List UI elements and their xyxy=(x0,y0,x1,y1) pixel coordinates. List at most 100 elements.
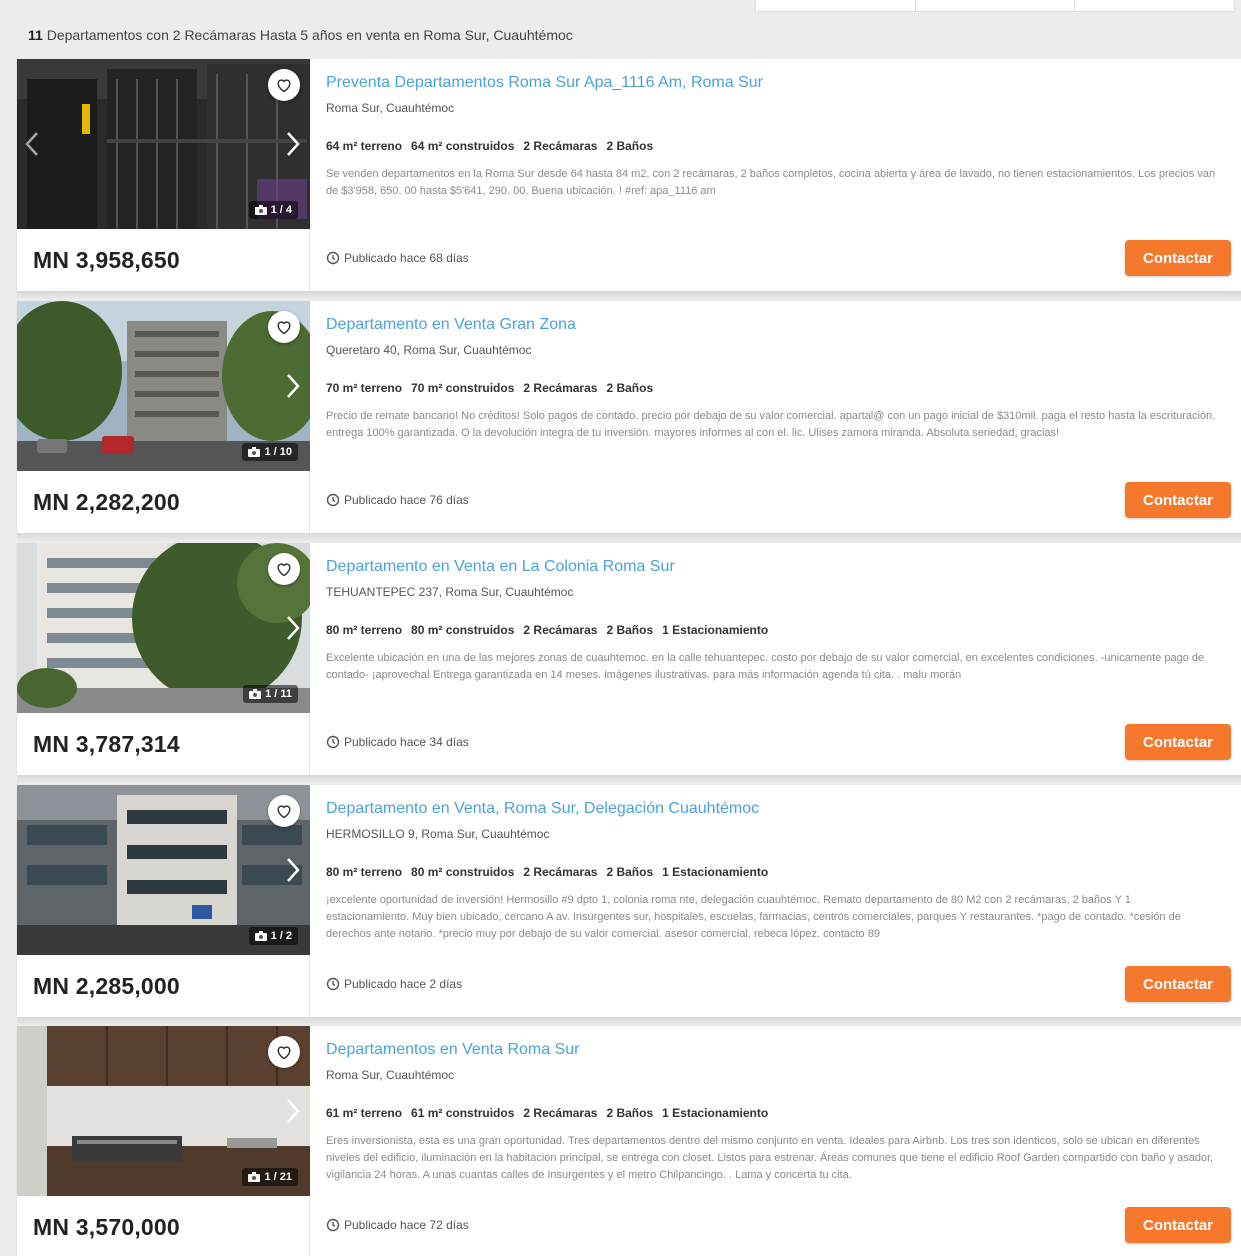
feature-banos: 2 Baños xyxy=(606,623,654,637)
feature-banos: 2 Baños xyxy=(606,865,654,879)
photo-next-button[interactable] xyxy=(282,127,304,161)
feature-construidos: 64 m² construidos xyxy=(411,139,515,153)
listing-card[interactable]: 1 / 10 MN 2,282,200 Departamento en Vent… xyxy=(17,301,1241,542)
photo-counter: 1 / 21 xyxy=(242,1168,298,1186)
photo-counter: 1 / 10 xyxy=(242,443,298,461)
feature-construidos: 80 m² construidos xyxy=(411,865,515,879)
feature-terreno: 70 m² terreno xyxy=(326,381,403,395)
listing-title-link[interactable]: Departamentos en Venta Roma Sur xyxy=(326,1041,579,1059)
listing-published: Publicado hace 34 días xyxy=(326,735,469,749)
listing-features: 64 m² terreno 64 m² construidos 2 Recáma… xyxy=(326,139,653,153)
listing-title-link[interactable]: Departamento en Venta, Roma Sur, Delegac… xyxy=(326,800,759,818)
feature-recamaras: 2 Recámaras xyxy=(523,623,598,637)
listing-photo[interactable]: 1 / 21 xyxy=(17,1026,310,1196)
favorite-button[interactable] xyxy=(268,795,300,827)
photo-counter: 1 / 2 xyxy=(248,927,298,945)
listing-description: Eres inversionista, esta es una gran opo… xyxy=(326,1135,1214,1181)
listing-features: 80 m² terreno 80 m² construidos 2 Recáma… xyxy=(326,865,768,879)
results-header: 11 Departamentos con 2 Recámaras Hasta 5… xyxy=(28,27,573,43)
listing-features: 61 m² terreno 61 m² construidos 2 Recáma… xyxy=(326,1106,768,1120)
photo-next-button[interactable] xyxy=(282,1094,304,1128)
contact-button[interactable]: Contactar xyxy=(1125,966,1231,1002)
price-box: MN 3,570,000 xyxy=(17,1196,310,1256)
listing-location: Roma Sur, Cuauhtémoc xyxy=(326,1068,455,1082)
listing-card[interactable]: 1 / 4 MN 3,958,650 Preventa Departamento… xyxy=(17,59,1241,300)
favorite-button[interactable] xyxy=(268,69,300,101)
chevron-right-icon xyxy=(287,858,300,882)
feature-construidos: 80 m² construidos xyxy=(411,623,515,637)
listing-published: Publicado hace 72 días xyxy=(326,1218,469,1232)
photo-prev-button[interactable] xyxy=(21,127,43,161)
feature-banos: 2 Baños xyxy=(606,1106,654,1120)
top-tabs xyxy=(755,0,1235,12)
camera-icon xyxy=(248,1172,261,1182)
price-box: MN 3,787,314 xyxy=(17,713,310,775)
feature-terreno: 61 m² terreno xyxy=(326,1106,403,1120)
contact-button[interactable]: Contactar xyxy=(1125,1207,1231,1243)
contact-button[interactable]: Contactar xyxy=(1125,724,1231,760)
listing-info: Preventa Departamentos Roma Sur Apa_1116… xyxy=(326,59,1241,291)
listing-info: Departamentos en Venta Roma Sur Roma Sur… xyxy=(326,1026,1241,1256)
listing-description: Excelente ubicación en una de las mejore… xyxy=(326,652,1205,681)
listing-info: Departamento en Venta Gran Zona Queretar… xyxy=(326,301,1241,533)
favorite-button[interactable] xyxy=(268,553,300,585)
feature-banos: 2 Baños xyxy=(606,139,654,153)
listing-card[interactable]: 1 / 21 MN 3,570,000 Departamentos en Ven… xyxy=(17,1026,1241,1256)
photo-counter-text: 1 / 11 xyxy=(265,688,292,700)
contact-button[interactable]: Contactar xyxy=(1125,482,1231,518)
camera-icon xyxy=(254,205,267,215)
feature-terreno: 80 m² terreno xyxy=(326,623,403,637)
listing-published: Publicado hace 76 días xyxy=(326,493,469,507)
listing-location: TEHUANTEPEC 237, Roma Sur, Cuauhtémoc xyxy=(326,585,574,599)
listing-published: Publicado hace 68 días xyxy=(326,251,469,265)
listing-photo[interactable]: 1 / 10 xyxy=(17,301,310,471)
feature-estacionamiento: 1 Estacionamiento xyxy=(662,865,769,879)
feature-construidos: 61 m² construidos xyxy=(411,1106,515,1120)
listing-price: MN 2,285,000 xyxy=(33,972,180,999)
price-box: MN 3,958,650 xyxy=(17,229,310,291)
photo-next-button[interactable] xyxy=(282,853,304,887)
photo-counter: 1 / 11 xyxy=(243,685,298,703)
listing-title-link[interactable]: Preventa Departamentos Roma Sur Apa_1116… xyxy=(326,74,763,92)
photo-next-button[interactable] xyxy=(282,611,304,645)
camera-icon xyxy=(254,931,267,941)
listing-photo[interactable]: 1 / 2 xyxy=(17,785,310,955)
favorite-button[interactable] xyxy=(268,311,300,343)
published-text: Publicado hace 76 días xyxy=(344,493,469,507)
photo-next-button[interactable] xyxy=(282,369,304,403)
listing-location: Queretaro 40, Roma Sur, Cuauhtémoc xyxy=(326,343,532,357)
feature-banos: 2 Baños xyxy=(606,381,654,395)
chevron-left-icon xyxy=(25,132,38,156)
listing-features: 70 m² terreno 70 m² construidos 2 Recáma… xyxy=(326,381,653,395)
listing-info: Departamento en Venta en La Colonia Roma… xyxy=(326,543,1241,775)
feature-construidos: 70 m² construidos xyxy=(411,381,515,395)
listing-title-link[interactable]: Departamento en Venta en La Colonia Roma… xyxy=(326,558,675,576)
feature-terreno: 64 m² terreno xyxy=(326,139,403,153)
price-box: MN 2,285,000 xyxy=(17,955,310,1017)
listing-location: HERMOSILLO 9, Roma Sur, Cuauhtémoc xyxy=(326,827,550,841)
photo-counter-text: 1 / 2 xyxy=(270,930,292,942)
listing-photo[interactable]: 1 / 11 xyxy=(17,543,310,713)
published-text: Publicado hace 72 días xyxy=(344,1218,469,1232)
history-clock-icon xyxy=(326,493,340,507)
contact-button[interactable]: Contactar xyxy=(1125,240,1231,276)
listing-card[interactable]: 1 / 2 MN 2,285,000 Departamento en Venta… xyxy=(17,785,1241,1026)
feature-terreno: 80 m² terreno xyxy=(326,865,403,879)
camera-icon xyxy=(249,689,262,699)
listing-photo[interactable]: 1 / 4 xyxy=(17,59,310,229)
history-clock-icon xyxy=(326,977,340,991)
listing-published: Publicado hace 2 días xyxy=(326,977,462,991)
published-text: Publicado hace 68 días xyxy=(344,251,469,265)
top-bar xyxy=(0,0,1241,16)
price-box: MN 2,282,200 xyxy=(17,471,310,533)
listing-info: Departamento en Venta, Roma Sur, Delegac… xyxy=(326,785,1241,1017)
feature-recamaras: 2 Recámaras xyxy=(523,381,598,395)
chevron-right-icon xyxy=(287,1099,300,1123)
listing-card[interactable]: 1 / 11 MN 3,787,314 Departamento en Vent… xyxy=(17,543,1241,784)
listing-title-link[interactable]: Departamento en Venta Gran Zona xyxy=(326,316,576,334)
listing-price: MN 3,958,650 xyxy=(33,246,180,273)
chevron-right-icon xyxy=(287,616,300,640)
photo-counter-text: 1 / 4 xyxy=(270,204,292,216)
results-count: 11 xyxy=(28,27,43,43)
favorite-button[interactable] xyxy=(268,1036,300,1068)
